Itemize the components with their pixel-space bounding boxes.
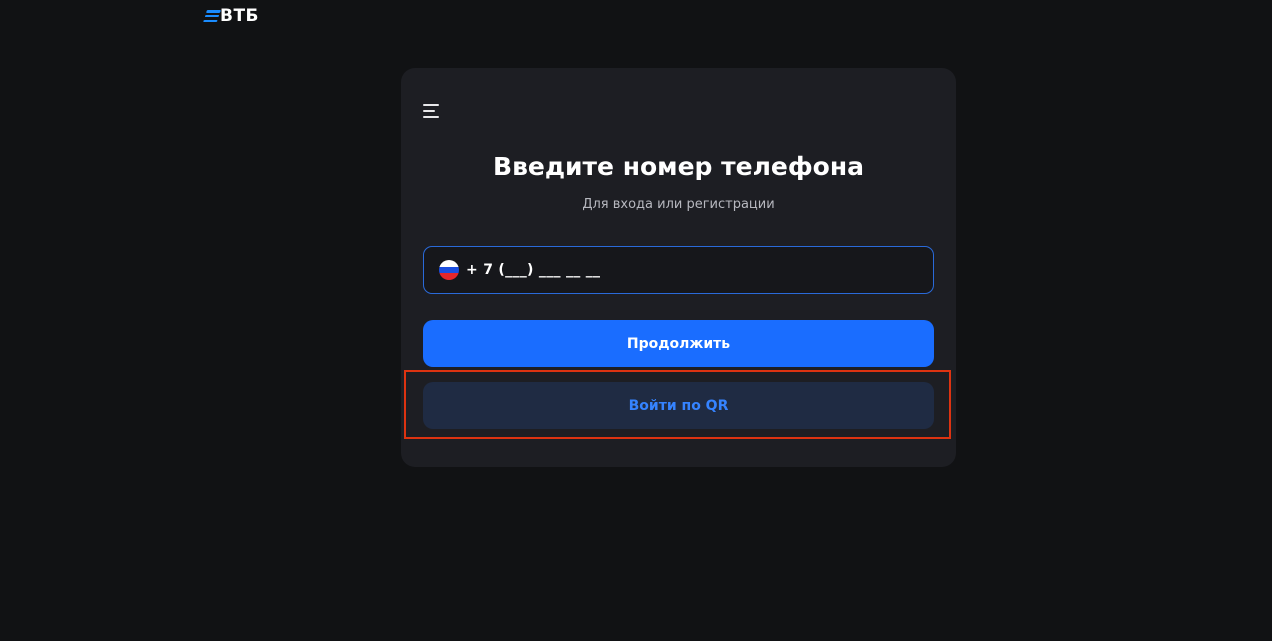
menu-icon[interactable]	[423, 103, 443, 119]
page-subtitle: Для входа или регистрации	[582, 197, 775, 212]
logo-text: ВТБ	[220, 6, 260, 26]
continue-button[interactable]: Продолжить	[423, 320, 934, 367]
vtb-logo[interactable]: ВТБ	[203, 5, 260, 27]
login-page: ВТБ Введите номер телефона Для входа или…	[0, 0, 1272, 641]
login-card: Введите номер телефона Для входа или рег…	[401, 68, 956, 467]
page-title: Введите номер телефона	[493, 152, 864, 181]
vtb-stripes-icon	[203, 10, 221, 22]
qr-login-button[interactable]: Войти по QR	[423, 382, 934, 429]
phone-input[interactable]	[466, 262, 906, 278]
russia-flag-icon	[439, 260, 459, 280]
phone-field[interactable]	[423, 246, 934, 294]
